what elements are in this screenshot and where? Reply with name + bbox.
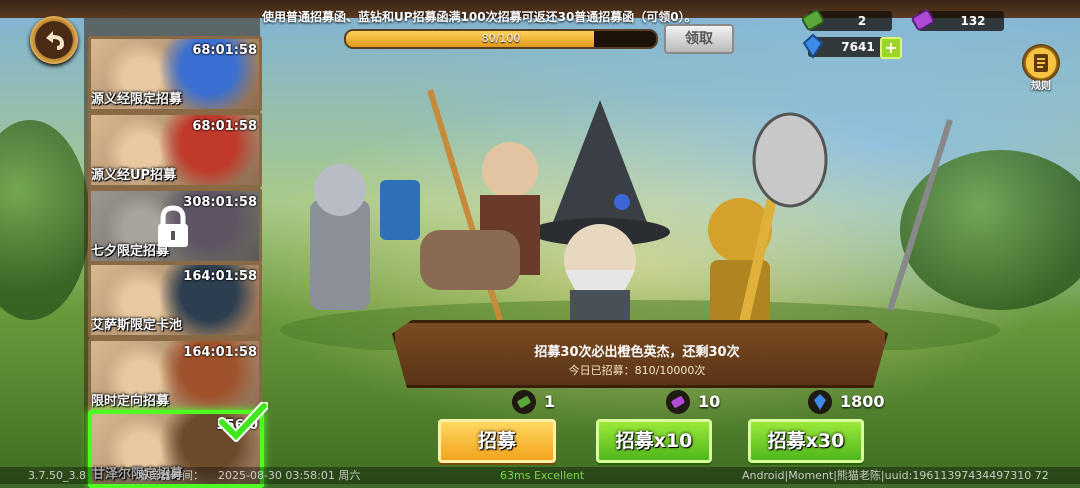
server-time-label: 服务器时间： [138,469,204,482]
cost-single: 1 [512,390,592,414]
pool-name: 限时定向招募 [91,394,170,409]
purple-scroll-icon [666,390,690,414]
pool-timer: 164:01:58 [183,269,257,284]
blue-diamond-icon [808,390,832,414]
purple-scroll-icon [911,9,935,31]
recruit-pool-card[interactable]: 68:01:58 源义经限定招募 [88,36,262,112]
selected-check-icon [218,402,268,442]
normal-scroll-count: 2 [857,14,867,28]
back-button[interactable] [30,16,78,64]
server-time: 2025-08-30 03:58:01 周六 [218,469,361,482]
scroll-icon [512,390,536,414]
cost-ten: 10 [666,390,746,414]
claim-button[interactable]: 领取 [664,24,734,54]
recruit-ten-button[interactable]: 招募x10 [596,419,712,463]
lock-icon [158,205,188,247]
version-text: 3.7.50_3.8 [28,469,86,482]
pool-timer: 68:01:58 [192,43,257,58]
recruit-pool-card[interactable]: 164:01:58 艾萨斯限定卡池 [88,262,262,338]
green-scroll-icon [801,9,825,31]
recruit-once-button[interactable]: 招募 [438,419,556,463]
heroes-illustration [280,89,1000,350]
rules-label: 规则 [1031,81,1051,92]
pity-text: 招募30次必出橙色英杰，还剩30次 [534,345,740,360]
cost-single-value: 1 [544,392,556,411]
pool-name: 源义经限定招募 [91,92,183,107]
cost-ten-value: 10 [698,392,721,411]
blue-diamond-icon [802,33,824,59]
up-scroll-count: 132 [960,14,986,28]
pool-timer: 164:01:58 [183,345,257,360]
normal-scroll-counter: 2 [801,9,892,31]
back-arrow-icon [46,31,64,50]
spear-decoration [887,119,953,311]
latency-text: 63ms Excellent [500,469,585,482]
add-diamonds-button[interactable]: + [880,37,902,59]
daily-recruit-count: 今日已招募：810/10000次 [568,364,706,377]
progress-text: 80/100 [481,32,521,45]
up-scroll-counter: 132 [911,9,1004,31]
recruit-thirty-button[interactable]: 招募x30 [748,419,864,463]
knight-figure [310,164,370,310]
diamond-count: 7641 [841,40,875,54]
cost-thirty-value: 1800 [840,392,885,411]
pool-timer: 68:01:58 [192,119,257,134]
recruit-refund-notice: 使用普通招募函、蓝钻和UP招募函满100次招募可返还30普通招募函（可领0）。 [262,10,697,24]
device-info: Android|Moment|熊猫老陈|uuid:196113974344973… [742,469,1049,482]
pool-name: 源义经UP招募 [91,168,177,183]
refund-progress-bar: 80/100 [344,29,658,49]
diamond-counter: 7641 [802,33,884,59]
cost-thirty: 1800 [808,390,908,414]
recruit-pool-card[interactable]: 308:01:58 七夕限定招募 [88,188,262,264]
pool-timer: 308:01:58 [183,195,257,210]
debug-footer: 3.7.50_3.8 服务器时间： 2025-08-30 03:58:01 周六… [0,467,1080,484]
recruit-pool-card[interactable]: 68:01:58 源义经UP招募 [88,112,262,188]
pool-name: 艾萨斯限定卡池 [91,318,183,333]
